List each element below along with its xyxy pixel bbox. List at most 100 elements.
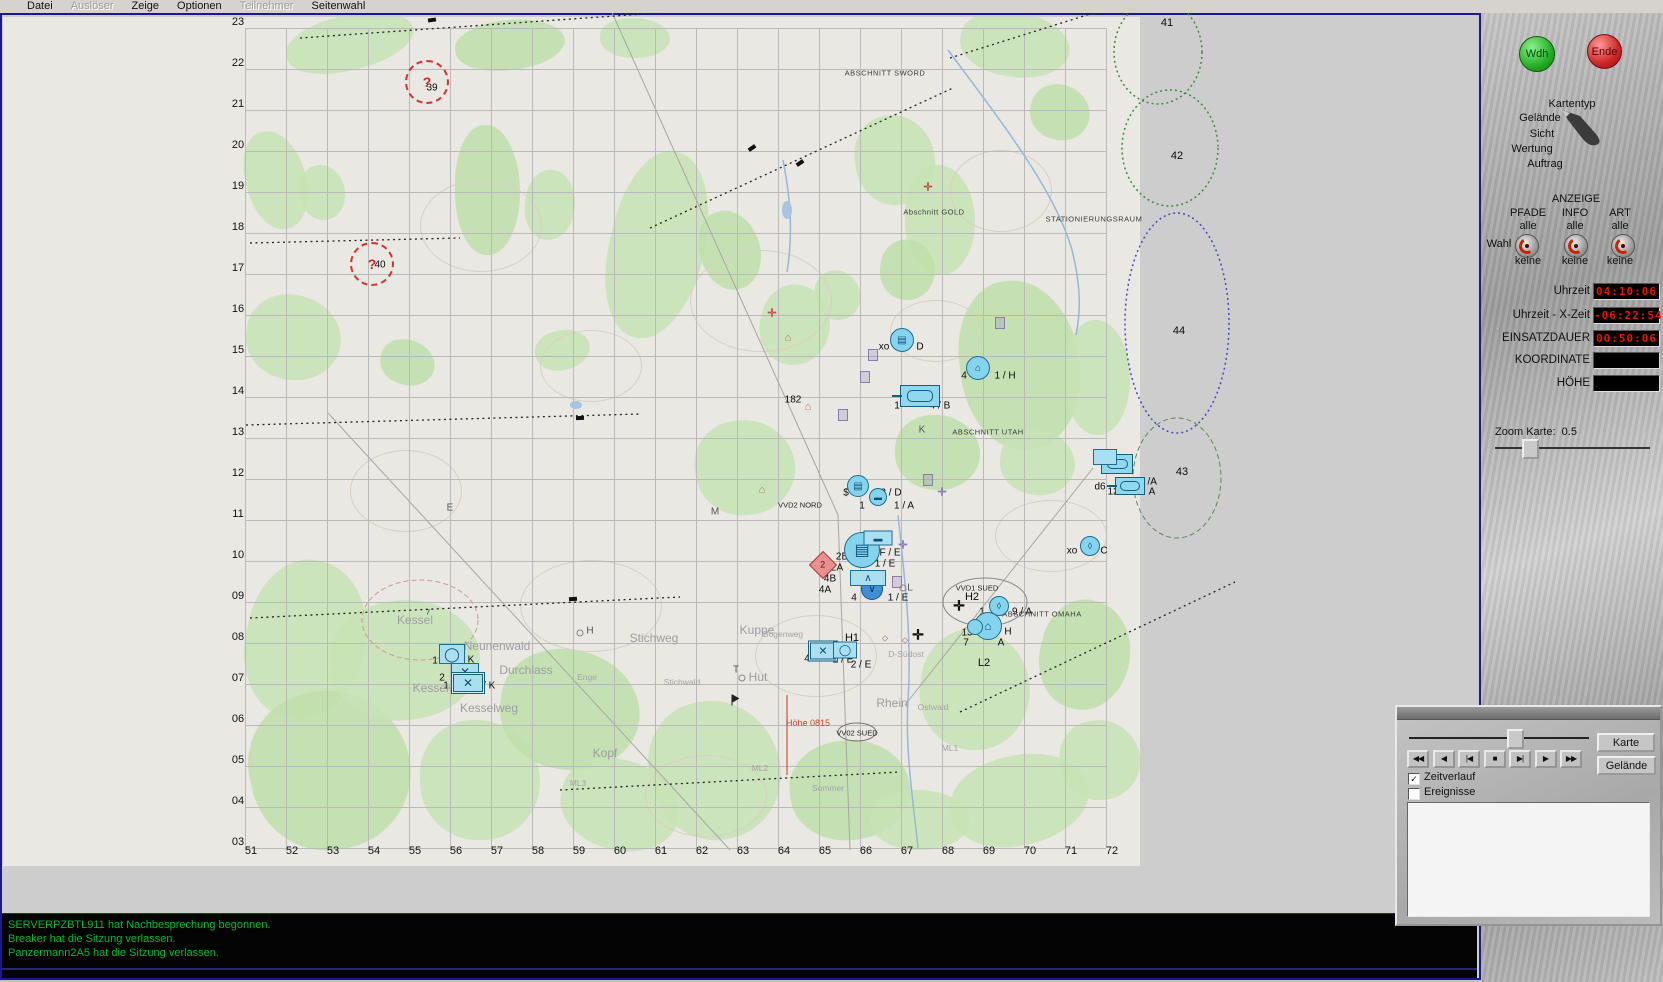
menu-item-optionen[interactable]: Optionen xyxy=(177,0,222,13)
field-label-h-he: HÖHE xyxy=(1556,377,1590,389)
forest-area xyxy=(375,334,440,391)
forest-area xyxy=(1028,590,1140,720)
point-symbol xyxy=(899,584,907,592)
karte-button[interactable]: Karte xyxy=(1597,733,1655,752)
playback-panel: ◀◀ ◀ |◀ ■ ▶| ▶ ▶▶ Karte Gelände ✓ Zeitverlauf Er… xyxy=(1395,705,1662,926)
menu-item-auslöser: Auslöser xyxy=(70,0,114,12)
grid-line-horizontal xyxy=(245,807,1106,808)
grid-line-horizontal xyxy=(245,561,1106,562)
anzeige-top-art: alle xyxy=(1611,220,1629,232)
point-symbol xyxy=(738,674,746,682)
building-symbol: ⌂ xyxy=(804,401,812,413)
forest-area xyxy=(600,18,670,58)
kartentyp-option-auftrag[interactable]: Auftrag xyxy=(1527,158,1562,170)
grid-line-horizontal xyxy=(245,725,1106,726)
playback-button-1[interactable]: ◀ xyxy=(1432,750,1455,768)
field-label-koordinate: KOORDINATE xyxy=(1514,354,1590,366)
gelaende-button[interactable]: Gelände xyxy=(1597,756,1656,775)
objective-cross: ✛ xyxy=(912,626,924,643)
unit-symbol[interactable]: ◊ xyxy=(1080,536,1100,556)
unit-symbol[interactable] xyxy=(967,619,983,635)
unknown-contact-symbol[interactable]: ? xyxy=(405,60,449,104)
tank-barrel xyxy=(1107,485,1117,488)
kartentyp-option-wertung[interactable]: Wertung xyxy=(1511,143,1552,155)
structure-symbol xyxy=(860,371,870,383)
forest-area xyxy=(1024,78,1096,147)
unit-symbol[interactable]: ▬ xyxy=(869,488,887,506)
point-symbol xyxy=(576,629,584,637)
grid-line-horizontal xyxy=(245,520,1106,521)
knob-center xyxy=(1525,244,1529,248)
playback-panel-titlebar[interactable] xyxy=(1397,707,1660,720)
playback-button-3[interactable]: ■ xyxy=(1483,750,1506,768)
grid-line-horizontal xyxy=(245,602,1106,603)
anzeige-bottom-pfade: keine xyxy=(1514,255,1542,267)
kartentyp-option-sicht[interactable]: Sicht xyxy=(1530,128,1554,140)
kartentyp-option-gelände[interactable]: Gelände xyxy=(1519,112,1561,124)
playback-button-2[interactable]: |◀ xyxy=(1458,750,1480,768)
tank-hull xyxy=(906,390,934,402)
grid-line-horizontal xyxy=(245,151,1106,152)
map-paper[interactable] xyxy=(3,17,1140,866)
grid-line-horizontal xyxy=(245,397,1106,398)
tank-unit-symbol[interactable] xyxy=(1107,477,1145,495)
tank-unit-symbol[interactable] xyxy=(892,385,940,407)
tank-hull xyxy=(1120,481,1140,491)
church-symbol: ✛ xyxy=(937,486,947,499)
ende-button[interactable]: Ende xyxy=(1587,34,1622,69)
playback-button-5[interactable]: ▶ xyxy=(1534,750,1557,768)
timeline-slider-track[interactable] xyxy=(1409,737,1589,739)
anzeige-col-name-pfade: PFADE xyxy=(1509,207,1547,219)
log-separator xyxy=(2,968,1477,970)
menu-item-seitenwahl[interactable]: Seitenwahl xyxy=(311,0,365,13)
contour-line xyxy=(690,250,832,352)
field-value-h-he xyxy=(1593,375,1660,392)
unit-symbol[interactable]: ⌂ xyxy=(966,356,990,380)
grid-line-horizontal xyxy=(245,315,1106,316)
field-label-uhrzeit: Uhrzeit xyxy=(1553,285,1590,297)
structure-symbol xyxy=(923,474,933,486)
field-label-uhrzeit-x-zeit: Uhrzeit - X-Zeit xyxy=(1512,309,1590,321)
checkbox-ereignisse[interactable] xyxy=(1408,788,1420,800)
structure-symbol xyxy=(868,349,878,361)
tank-barrel xyxy=(892,395,902,397)
playback-button-4[interactable]: ▶| xyxy=(1509,750,1531,768)
unknown-contact-symbol[interactable]: ? xyxy=(350,242,394,286)
unit-symbol[interactable]: ▬ xyxy=(863,530,893,546)
playback-button-6[interactable]: ▶▶ xyxy=(1560,750,1582,768)
checkbox-zeitverlauf[interactable]: ✓ xyxy=(1408,773,1420,785)
flag-symbol xyxy=(731,694,740,706)
timeline-slider-thumb[interactable] xyxy=(1507,729,1524,749)
structure-symbol xyxy=(838,409,848,421)
forest-area xyxy=(241,289,346,386)
event-list[interactable] xyxy=(1407,802,1650,917)
unit-symbol[interactable]: ◯ xyxy=(439,644,465,664)
grid-line-horizontal xyxy=(245,684,1106,685)
kartentyp-title: Kartentyp xyxy=(1548,98,1596,110)
grid-line-horizontal xyxy=(245,192,1106,193)
unit-symbol[interactable]: ✕ xyxy=(453,674,483,692)
menu-item-datei[interactable]: Datei xyxy=(27,0,53,13)
checkbox-label-ereignisse: Ereignisse xyxy=(1424,786,1476,798)
unit-symbol[interactable]: ∧ xyxy=(850,570,886,586)
grid-line-horizontal xyxy=(245,110,1106,111)
anzeige-col-name-info: INFO xyxy=(1561,207,1589,219)
log-message: Breaker hat die Sitzung verlassen. xyxy=(8,933,176,945)
unit-symbol[interactable]: ▤ xyxy=(890,328,914,352)
map-zoom-slider-thumb[interactable] xyxy=(1522,439,1539,459)
playback-button-0[interactable]: ◀◀ xyxy=(1407,750,1429,768)
unit-symbol[interactable]: ▤ xyxy=(847,475,869,497)
log-message: SERVERPZBTL911 hat Nachbesprechung begon… xyxy=(8,919,271,931)
church-symbol: ✛ xyxy=(767,307,777,320)
building-symbol: ⌂ xyxy=(784,332,792,344)
unit-symbol[interactable] xyxy=(1093,449,1117,465)
simulator-screen: 51 52 53 54 55 56 57 58 59 60 61 62 63 64 65 66 67 68 69 70… xyxy=(0,0,1663,982)
checkbox-label-zeitverlauf: Zeitverlauf xyxy=(1424,771,1476,783)
wdh-button[interactable]: Wdh xyxy=(1519,36,1555,72)
objective-cross: ✛ xyxy=(953,597,965,614)
knob-center xyxy=(1574,244,1578,248)
unit-symbol[interactable]: ◯ xyxy=(833,641,857,659)
menu-item-zeige[interactable]: Zeige xyxy=(131,0,159,13)
map-zoom-slider-track[interactable] xyxy=(1495,447,1650,449)
minefield-symbol: ◇ xyxy=(901,635,909,645)
